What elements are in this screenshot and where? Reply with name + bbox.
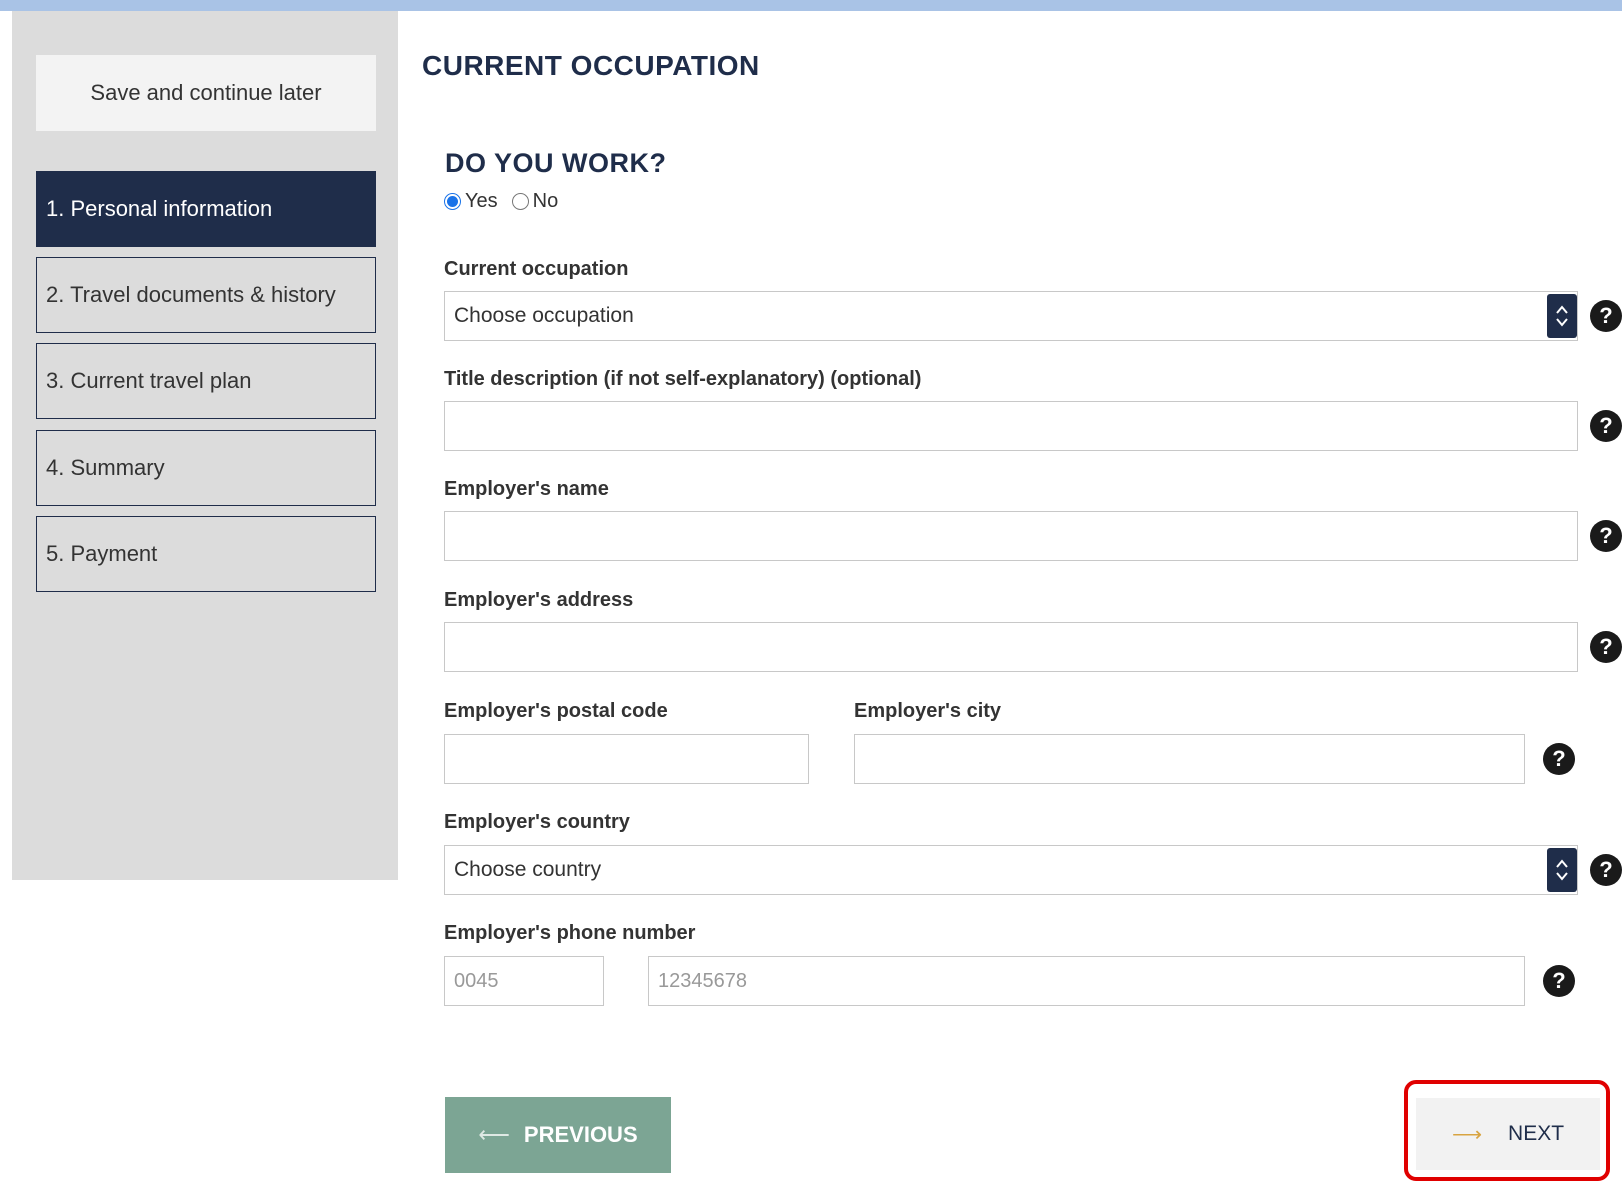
- employer-address-input[interactable]: [444, 622, 1578, 672]
- next-button-label: NEXT: [1508, 1122, 1565, 1145]
- phone-prefix-input[interactable]: 0045: [444, 956, 604, 1006]
- occupation-select[interactable]: Choose occupation: [444, 291, 1578, 341]
- phone-number-placeholder: 12345678: [658, 969, 747, 992]
- save-continue-later-button[interactable]: Save and continue later: [36, 55, 376, 131]
- arrow-left-icon: ⟵: [478, 1122, 510, 1147]
- sidebar-item-label: 3. Current travel plan: [46, 368, 252, 393]
- phone-number-input[interactable]: 12345678: [648, 956, 1525, 1006]
- employer-name-input[interactable]: [444, 511, 1578, 561]
- radio-no-label[interactable]: No: [533, 190, 559, 213]
- sidebar-item-travel-documents[interactable]: 2. Travel documents & history: [36, 257, 376, 333]
- page-title: CURRENT OCCUPATION: [422, 50, 760, 81]
- help-icon[interactable]: ?: [1590, 410, 1622, 442]
- help-icon[interactable]: ?: [1590, 300, 1622, 332]
- sidebar-item-current-travel-plan[interactable]: 3. Current travel plan: [36, 343, 376, 419]
- radio-yes-label[interactable]: Yes: [465, 190, 498, 213]
- help-icon[interactable]: ?: [1590, 854, 1622, 886]
- employer-postal-code-input[interactable]: [444, 734, 809, 784]
- help-icon[interactable]: ?: [1543, 965, 1575, 997]
- next-button[interactable]: ⟶ NEXT: [1416, 1098, 1600, 1170]
- sidebar-item-label: 4. Summary: [46, 455, 165, 480]
- sidebar-item-summary[interactable]: 4. Summary: [36, 430, 376, 506]
- employer-country-select[interactable]: Choose country: [444, 845, 1578, 895]
- radio-yes[interactable]: [444, 193, 461, 210]
- previous-button-label: PREVIOUS: [523, 1122, 638, 1147]
- employer-country-label: Employer's country: [444, 811, 630, 833]
- employer-city-label: Employer's city: [854, 700, 1002, 722]
- sidebar-item-label: 5. Payment: [46, 541, 158, 566]
- employer-country-select-value: Choose country: [454, 858, 602, 881]
- help-icon[interactable]: ?: [1590, 520, 1622, 552]
- sidebar-item-label: 1. Personal information: [46, 196, 273, 221]
- select-arrows-icon: [1547, 294, 1577, 338]
- sidebar-item-label: 2. Travel documents & history: [46, 282, 336, 307]
- work-radio-group: Yes No: [444, 190, 572, 213]
- employer-phone-label: Employer's phone number: [444, 922, 696, 944]
- employer-address-label: Employer's address: [444, 589, 634, 611]
- save-continue-later-label: Save and continue later: [90, 80, 322, 105]
- radio-no[interactable]: [511, 193, 529, 210]
- select-arrows-icon: [1547, 848, 1577, 892]
- phone-prefix-placeholder: 0045: [454, 969, 499, 992]
- employer-postal-code-label: Employer's postal code: [444, 700, 668, 722]
- arrow-right-icon: ⟶: [1451, 1122, 1483, 1146]
- previous-button[interactable]: ⟵ PREVIOUS: [445, 1097, 671, 1173]
- question-heading: DO YOU WORK?: [445, 148, 667, 178]
- sidebar-item-personal-information[interactable]: 1. Personal information: [36, 171, 376, 247]
- help-icon[interactable]: ?: [1590, 631, 1622, 663]
- occupation-label: Current occupation: [444, 258, 629, 280]
- occupation-select-value: Choose occupation: [454, 304, 634, 327]
- top-bar: [0, 0, 1622, 11]
- title-description-input[interactable]: [444, 401, 1578, 451]
- help-icon[interactable]: ?: [1543, 743, 1575, 775]
- title-description-label: Title description (if not self-explanato…: [444, 368, 922, 390]
- employer-city-input[interactable]: [854, 734, 1525, 784]
- sidebar-item-payment[interactable]: 5. Payment: [36, 516, 376, 592]
- next-button-highlight: ⟶ NEXT: [1404, 1080, 1610, 1181]
- employer-name-label: Employer's name: [444, 478, 609, 500]
